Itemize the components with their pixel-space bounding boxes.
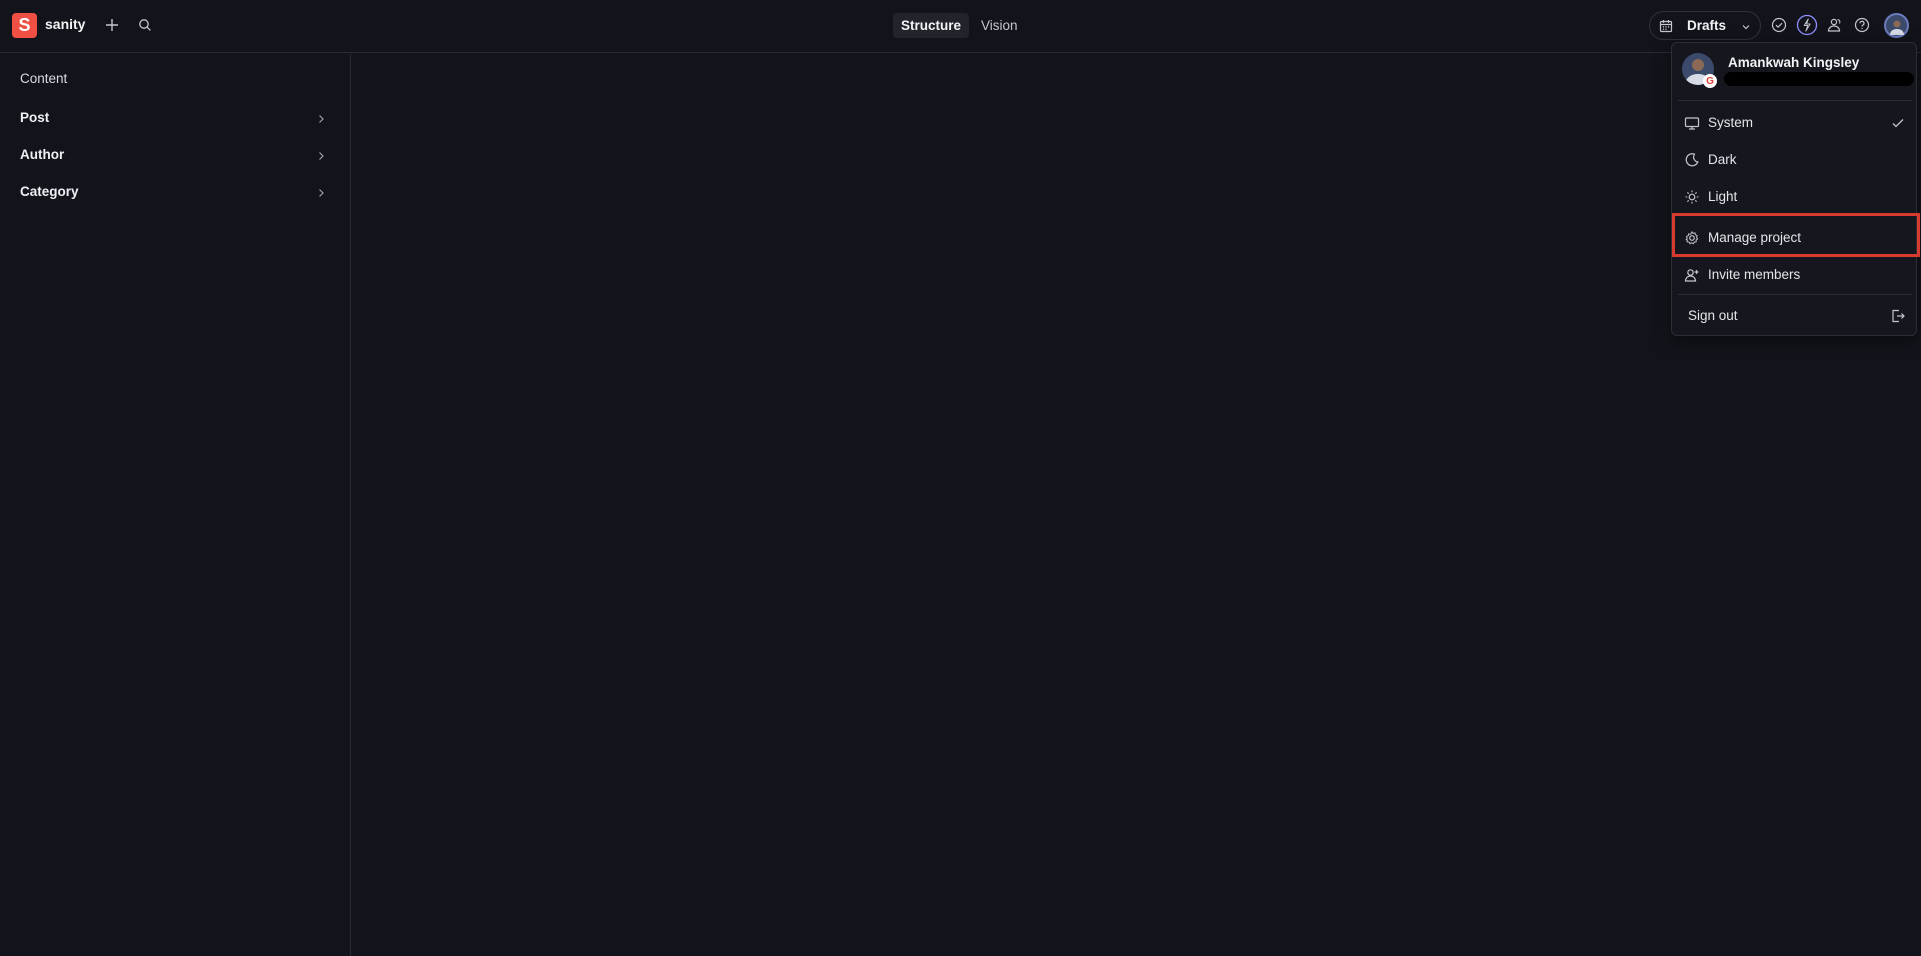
user-menu: G Amankwah Kingsley System Dark Light Ma… [1671,42,1917,336]
tab-vision[interactable]: Vision [973,13,1026,38]
sun-icon [1684,189,1700,205]
presence-icon[interactable] [1823,14,1845,36]
search-icon[interactable] [134,14,156,36]
menu-item-invite-members[interactable]: Invite members [1672,258,1916,292]
top-navbar: S sanity Structure Vision Drafts [0,0,1921,53]
chevron-right-icon [316,112,326,130]
menu-item-label: Light [1708,189,1738,204]
menu-item-label: Invite members [1708,267,1801,282]
chevron-down-icon [1740,20,1752,38]
add-icon[interactable] [101,14,123,36]
pane-title: Content [20,71,68,86]
menu-item-sign-out[interactable]: Sign out [1672,299,1916,333]
tasks-icon[interactable] [1768,14,1790,36]
menu-item-label: Sign out [1688,308,1738,323]
sidebar-item-label: Category [20,184,79,199]
sidebar-item-author[interactable]: Author [0,140,350,170]
chevron-right-icon [316,186,326,204]
project-name[interactable]: sanity [45,16,85,32]
perspective-label: Drafts [1687,18,1727,33]
sanity-logo[interactable]: S [12,13,37,38]
sidebar-item-label: Post [20,110,50,125]
redacted-email [1724,72,1914,86]
tab-structure[interactable]: Structure [893,13,970,38]
sidebar-item-category[interactable]: Category [0,177,350,207]
menu-divider [1678,294,1912,295]
calendar-icon [1658,18,1674,39]
highlight-box [1672,213,1920,257]
menu-item-dark[interactable]: Dark [1672,143,1916,177]
help-icon[interactable] [1851,14,1873,36]
user-name: Amankwah Kingsley [1728,55,1860,70]
sidebar-item-label: Author [20,147,65,162]
add-user-icon [1684,267,1700,283]
menu-item-system[interactable]: System [1672,106,1916,140]
leave-icon [1890,308,1906,329]
menu-item-light[interactable]: Light [1672,180,1916,214]
menu-item-label: Dark [1708,152,1737,167]
user-avatar[interactable] [1884,13,1909,38]
moon-icon [1684,152,1700,168]
content-pane: Content Post Author Category [0,54,351,956]
menu-divider [1678,100,1912,101]
menu-item-label: System [1708,115,1754,130]
tool-tabs: Structure Vision [893,13,1026,38]
chevron-right-icon [316,149,326,167]
google-icon: G [1703,74,1717,88]
checkmark-icon [1890,115,1906,136]
desktop-icon [1684,115,1700,131]
ai-assist-icon[interactable] [1795,13,1819,37]
sidebar-item-post[interactable]: Post [0,103,350,133]
perspective-selector[interactable]: Drafts [1649,11,1761,40]
